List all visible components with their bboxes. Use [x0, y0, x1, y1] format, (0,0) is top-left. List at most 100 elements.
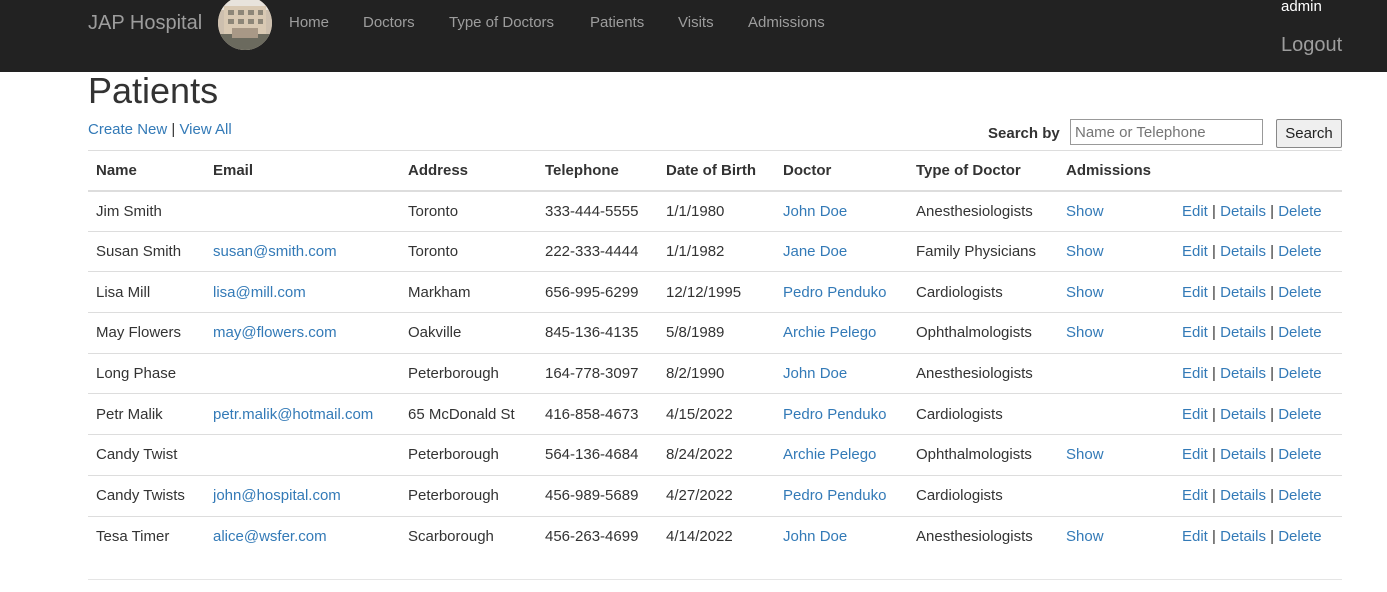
- edit-link[interactable]: Edit: [1182, 203, 1208, 220]
- doctor-link[interactable]: John Doe: [783, 203, 847, 220]
- admissions-show-link[interactable]: Show: [1066, 203, 1104, 220]
- nav-type-of-doctors[interactable]: Type of Doctors: [449, 14, 554, 31]
- details-link[interactable]: Details: [1220, 446, 1266, 463]
- cell-actions: Edit | Details | Delete: [1170, 393, 1342, 435]
- view-all-link[interactable]: View All: [179, 121, 231, 138]
- action-separator: |: [1212, 243, 1216, 261]
- doctor-link[interactable]: Archie Pelego: [783, 324, 876, 341]
- search-button[interactable]: Search: [1276, 119, 1342, 148]
- cell-doctor: Pedro Penduko: [775, 474, 908, 516]
- admissions-show-link[interactable]: Show: [1066, 243, 1104, 260]
- cell-address: Peterborough: [400, 352, 537, 394]
- action-separator: |: [1212, 365, 1216, 383]
- cell-name: May Flowers: [88, 312, 205, 354]
- action-separator: |: [1270, 405, 1275, 423]
- doctor-link[interactable]: John Doe: [783, 365, 847, 382]
- nav-doctors[interactable]: Doctors: [363, 14, 415, 31]
- nav-admissions[interactable]: Admissions: [748, 14, 825, 31]
- create-new-link[interactable]: Create New: [88, 121, 167, 138]
- action-separator: |: [1270, 202, 1275, 220]
- cell-email: petr.malik@hotmail.com: [205, 393, 400, 435]
- cell-email: [205, 434, 400, 476]
- email-link[interactable]: john@hospital.com: [213, 487, 341, 504]
- doctor-link[interactable]: Archie Pelego: [783, 446, 876, 463]
- cell-type-of-doctor: Cardiologists: [908, 393, 1058, 435]
- edit-link[interactable]: Edit: [1182, 365, 1208, 382]
- table-row: Tesa Timer alice@wsfer.com Scarborough 456-…: [88, 515, 1342, 557]
- doctor-link[interactable]: Pedro Penduko: [783, 284, 886, 301]
- nav-visits[interactable]: Visits: [678, 14, 714, 31]
- admissions-show-link[interactable]: Show: [1066, 324, 1104, 341]
- action-separator: |: [1270, 446, 1275, 464]
- admissions-show-link[interactable]: Show: [1066, 284, 1104, 301]
- email-link[interactable]: lisa@mill.com: [213, 284, 306, 301]
- cell-address: Scarborough: [400, 515, 537, 557]
- edit-link[interactable]: Edit: [1182, 446, 1208, 463]
- details-link[interactable]: Details: [1220, 203, 1266, 220]
- email-link[interactable]: may@flowers.com: [213, 324, 337, 341]
- search-input[interactable]: [1070, 119, 1263, 145]
- details-link[interactable]: Details: [1220, 406, 1266, 423]
- action-separator: |: [1270, 324, 1275, 342]
- doctor-link[interactable]: John Doe: [783, 528, 847, 545]
- cell-address: Toronto: [400, 190, 537, 232]
- doctor-link[interactable]: Jane Doe: [783, 243, 847, 260]
- details-link[interactable]: Details: [1220, 528, 1266, 545]
- patients-table: Name Email Address Telephone Date of Bir…: [88, 150, 1342, 557]
- details-link[interactable]: Details: [1220, 324, 1266, 341]
- cell-doctor: Jane Doe: [775, 230, 908, 272]
- action-separator: |: [1270, 243, 1275, 261]
- cell-telephone: 222-333-4444: [537, 230, 658, 272]
- delete-link[interactable]: Delete: [1278, 528, 1321, 545]
- cell-doctor: Pedro Penduko: [775, 271, 908, 313]
- delete-link[interactable]: Delete: [1278, 324, 1321, 341]
- delete-link[interactable]: Delete: [1278, 446, 1321, 463]
- cell-name: Long Phase: [88, 352, 205, 394]
- email-link[interactable]: alice@wsfer.com: [213, 528, 327, 545]
- brand-link[interactable]: JAP Hospital: [88, 12, 202, 35]
- delete-link[interactable]: Delete: [1278, 203, 1321, 220]
- edit-link[interactable]: Edit: [1182, 406, 1208, 423]
- delete-link[interactable]: Delete: [1278, 406, 1321, 423]
- action-separator: |: [1212, 283, 1216, 301]
- current-user: admin: [1281, 0, 1322, 15]
- doctor-link[interactable]: Pedro Penduko: [783, 406, 886, 423]
- delete-link[interactable]: Delete: [1278, 365, 1321, 382]
- details-link[interactable]: Details: [1220, 243, 1266, 260]
- cell-date-of-birth: 5/8/1989: [658, 312, 775, 354]
- nav-home[interactable]: Home: [289, 14, 329, 31]
- action-separator: |: [1212, 405, 1216, 423]
- cell-date-of-birth: 8/24/2022: [658, 434, 775, 476]
- cell-address: Markham: [400, 271, 537, 313]
- cell-telephone: 164-778-3097: [537, 352, 658, 394]
- cell-date-of-birth: 8/2/1990: [658, 352, 775, 394]
- delete-link[interactable]: Delete: [1278, 243, 1321, 260]
- details-link[interactable]: Details: [1220, 284, 1266, 301]
- logout-link[interactable]: Logout: [1281, 34, 1342, 57]
- table-row: Lisa Mill lisa@mill.com Markham 656-995-629…: [88, 271, 1342, 313]
- email-link[interactable]: susan@smith.com: [213, 243, 337, 260]
- table-row: Jim Smith Toronto 333-444-5555 1/1/1980 John…: [88, 190, 1342, 232]
- cell-address: Peterborough: [400, 434, 537, 476]
- cell-actions: Edit | Details | Delete: [1170, 352, 1342, 394]
- email-link[interactable]: petr.malik@hotmail.com: [213, 406, 373, 423]
- delete-link[interactable]: Delete: [1278, 487, 1321, 504]
- delete-link[interactable]: Delete: [1278, 284, 1321, 301]
- cell-admissions: Show: [1058, 434, 1170, 476]
- cell-name: Jim Smith: [88, 190, 205, 232]
- doctor-link[interactable]: Pedro Penduko: [783, 487, 886, 504]
- edit-link[interactable]: Edit: [1182, 324, 1208, 341]
- cell-actions: Edit | Details | Delete: [1170, 271, 1342, 313]
- admissions-show-link[interactable]: Show: [1066, 446, 1104, 463]
- cell-email: lisa@mill.com: [205, 271, 400, 313]
- edit-link[interactable]: Edit: [1182, 243, 1208, 260]
- cell-name: Candy Twists: [88, 474, 205, 516]
- edit-link[interactable]: Edit: [1182, 284, 1208, 301]
- edit-link[interactable]: Edit: [1182, 528, 1208, 545]
- nav-patients[interactable]: Patients: [590, 14, 644, 31]
- edit-link[interactable]: Edit: [1182, 487, 1208, 504]
- details-link[interactable]: Details: [1220, 487, 1266, 504]
- cell-admissions: [1058, 474, 1170, 516]
- admissions-show-link[interactable]: Show: [1066, 528, 1104, 545]
- details-link[interactable]: Details: [1220, 365, 1266, 382]
